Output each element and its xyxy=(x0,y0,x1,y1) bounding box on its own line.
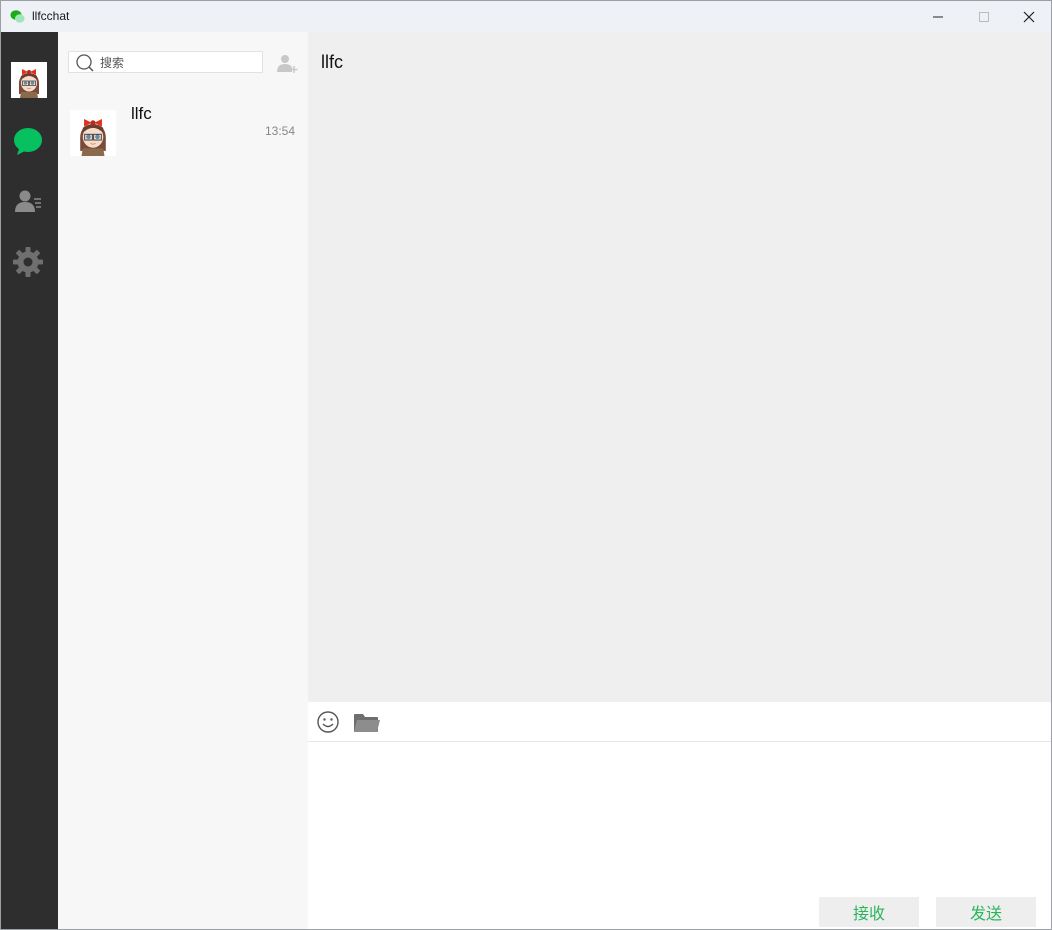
session-item[interactable]: llfc 13:54 xyxy=(58,98,308,164)
emoji-icon xyxy=(317,711,339,733)
contacts-icon xyxy=(15,190,41,212)
emoji-button[interactable] xyxy=(315,709,341,735)
session-name: llfc xyxy=(131,104,152,123)
chat-bubbles-icon xyxy=(10,10,25,23)
session-time: 13:54 xyxy=(265,124,296,138)
search-box[interactable] xyxy=(68,51,263,73)
add-friend-button[interactable] xyxy=(275,51,299,75)
file-button[interactable] xyxy=(353,709,380,735)
input-toolbar xyxy=(308,702,1051,742)
session-panel: llfc 13:54 xyxy=(58,32,308,929)
side-nav xyxy=(1,32,58,929)
session-avatar xyxy=(70,110,116,156)
chat-bubble-icon xyxy=(14,128,42,155)
nav-contacts-button[interactable] xyxy=(11,185,45,219)
close-icon xyxy=(1023,11,1035,22)
message-input[interactable] xyxy=(308,742,1051,892)
receive-button[interactable]: 接收 xyxy=(819,897,919,927)
search-input[interactable] xyxy=(100,54,250,71)
minimize-button[interactable] xyxy=(915,1,961,32)
gear-icon xyxy=(13,247,43,277)
maximize-button[interactable] xyxy=(961,1,1007,32)
search-icon xyxy=(76,54,94,72)
close-button[interactable] xyxy=(1006,1,1051,32)
chat-message-area[interactable]: llfc xyxy=(308,32,1051,702)
chat-title: llfc xyxy=(321,52,343,72)
add-user-icon xyxy=(277,55,298,73)
user-avatar[interactable] xyxy=(11,62,47,98)
window-title: llfcchat xyxy=(32,9,70,23)
send-button[interactable]: 发送 xyxy=(936,897,1036,927)
folder-icon xyxy=(354,714,380,732)
app-window: llfcchat 搜索 llfc 13:54 llfc 接收 发送 xyxy=(0,0,1052,930)
avatar-image xyxy=(11,62,47,98)
maximize-icon xyxy=(979,11,989,22)
nav-chat-button[interactable] xyxy=(11,125,45,159)
title-bar[interactable]: llfcchat xyxy=(1,1,1051,32)
minimize-icon xyxy=(933,16,943,17)
message-input-area: 接收 发送 xyxy=(308,742,1051,929)
nav-settings-button[interactable] xyxy=(11,245,45,279)
avatar-image xyxy=(70,110,116,156)
